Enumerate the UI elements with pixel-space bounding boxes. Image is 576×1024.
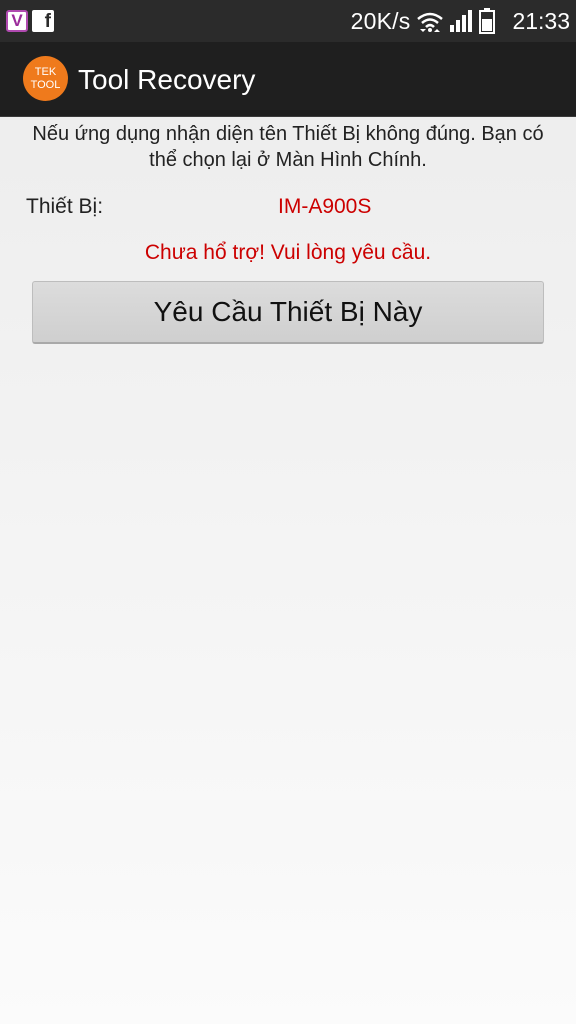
logo-text-line1: TEK <box>34 65 57 78</box>
notification-area: V f <box>6 8 54 34</box>
info-message: Nếu ứng dụng nhận diện tên Thiết Bị khôn… <box>0 121 576 173</box>
info-message-line2: thể chọn lại ở Màn Hình Chính. <box>149 149 427 171</box>
info-message-line1: Nếu ứng dụng nhận diện tên Thiết Bị khôn… <box>32 123 544 145</box>
status-bar: V f 20K/s 21:33 <box>0 0 576 42</box>
app-logo-icon: TEK TOOL <box>23 56 68 101</box>
signal-icon <box>450 10 473 32</box>
device-label: Thiết Bị: <box>26 195 104 218</box>
action-bar: TEK TOOL Tool Recovery <box>0 42 576 117</box>
app-title: Tool Recovery <box>78 64 256 95</box>
unsupported-warning: Chưa hổ trợ! Vui lòng yêu cầu. <box>144 241 432 264</box>
viber-notification-icon: V <box>6 10 28 32</box>
logo-text-line2: TOOL <box>30 78 61 91</box>
facebook-notification-icon: f <box>32 10 54 32</box>
status-clock: 21:33 <box>512 7 570 34</box>
battery-icon <box>479 8 496 34</box>
request-device-button[interactable]: Yêu Cầu Thiết Bị Này <box>32 281 544 344</box>
network-speed: 20K/s <box>350 7 411 34</box>
system-status-area: 20K/s 21:33 <box>351 0 570 42</box>
wifi-icon <box>417 10 444 32</box>
device-model-value: IM-A900S <box>278 195 372 218</box>
